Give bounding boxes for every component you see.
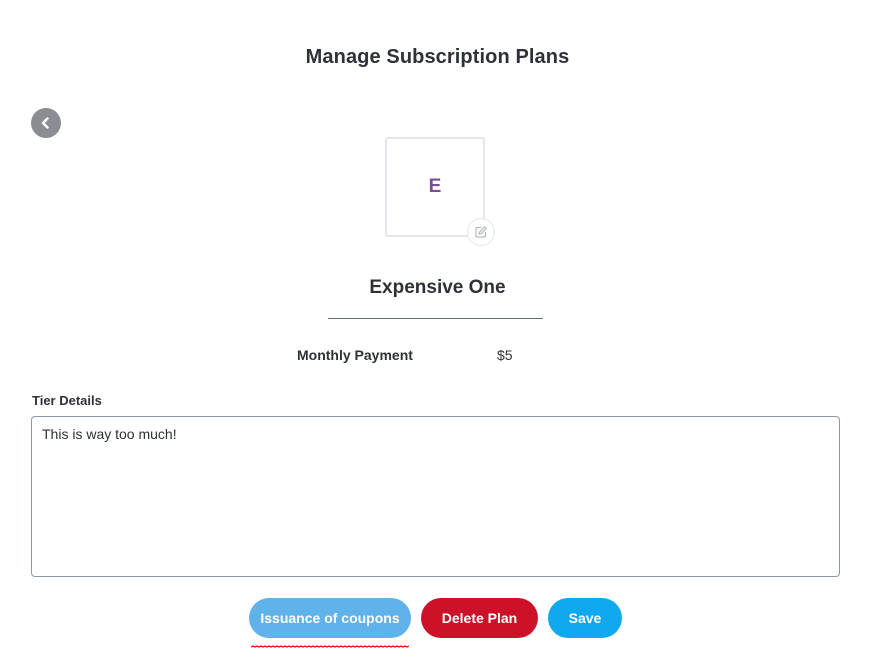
spellcheck-underline [251,645,409,648]
issuance-of-coupons-button[interactable]: Issuance of coupons [249,598,411,638]
delete-plan-button[interactable]: Delete Plan [421,598,538,638]
plan-name-divider [328,318,543,319]
plan-name: Expensive One [369,277,506,298]
edit-avatar-button[interactable] [467,218,495,246]
avatar-letter: E [428,176,442,197]
save-button[interactable]: Save [548,598,622,638]
page-title: Manage Subscription Plans [305,46,570,68]
edit-icon [474,225,488,239]
monthly-payment-label: Monthly Payment [297,347,413,363]
chevron-left-icon [39,116,53,130]
subscription-plan-page: Manage Subscription Plans E Expensive On… [0,0,875,663]
tier-details-label: Tier Details [32,393,102,408]
back-button[interactable] [31,108,61,138]
tier-details-textarea[interactable]: This is way too much! [31,416,840,577]
monthly-payment-value: $5 [497,347,513,363]
